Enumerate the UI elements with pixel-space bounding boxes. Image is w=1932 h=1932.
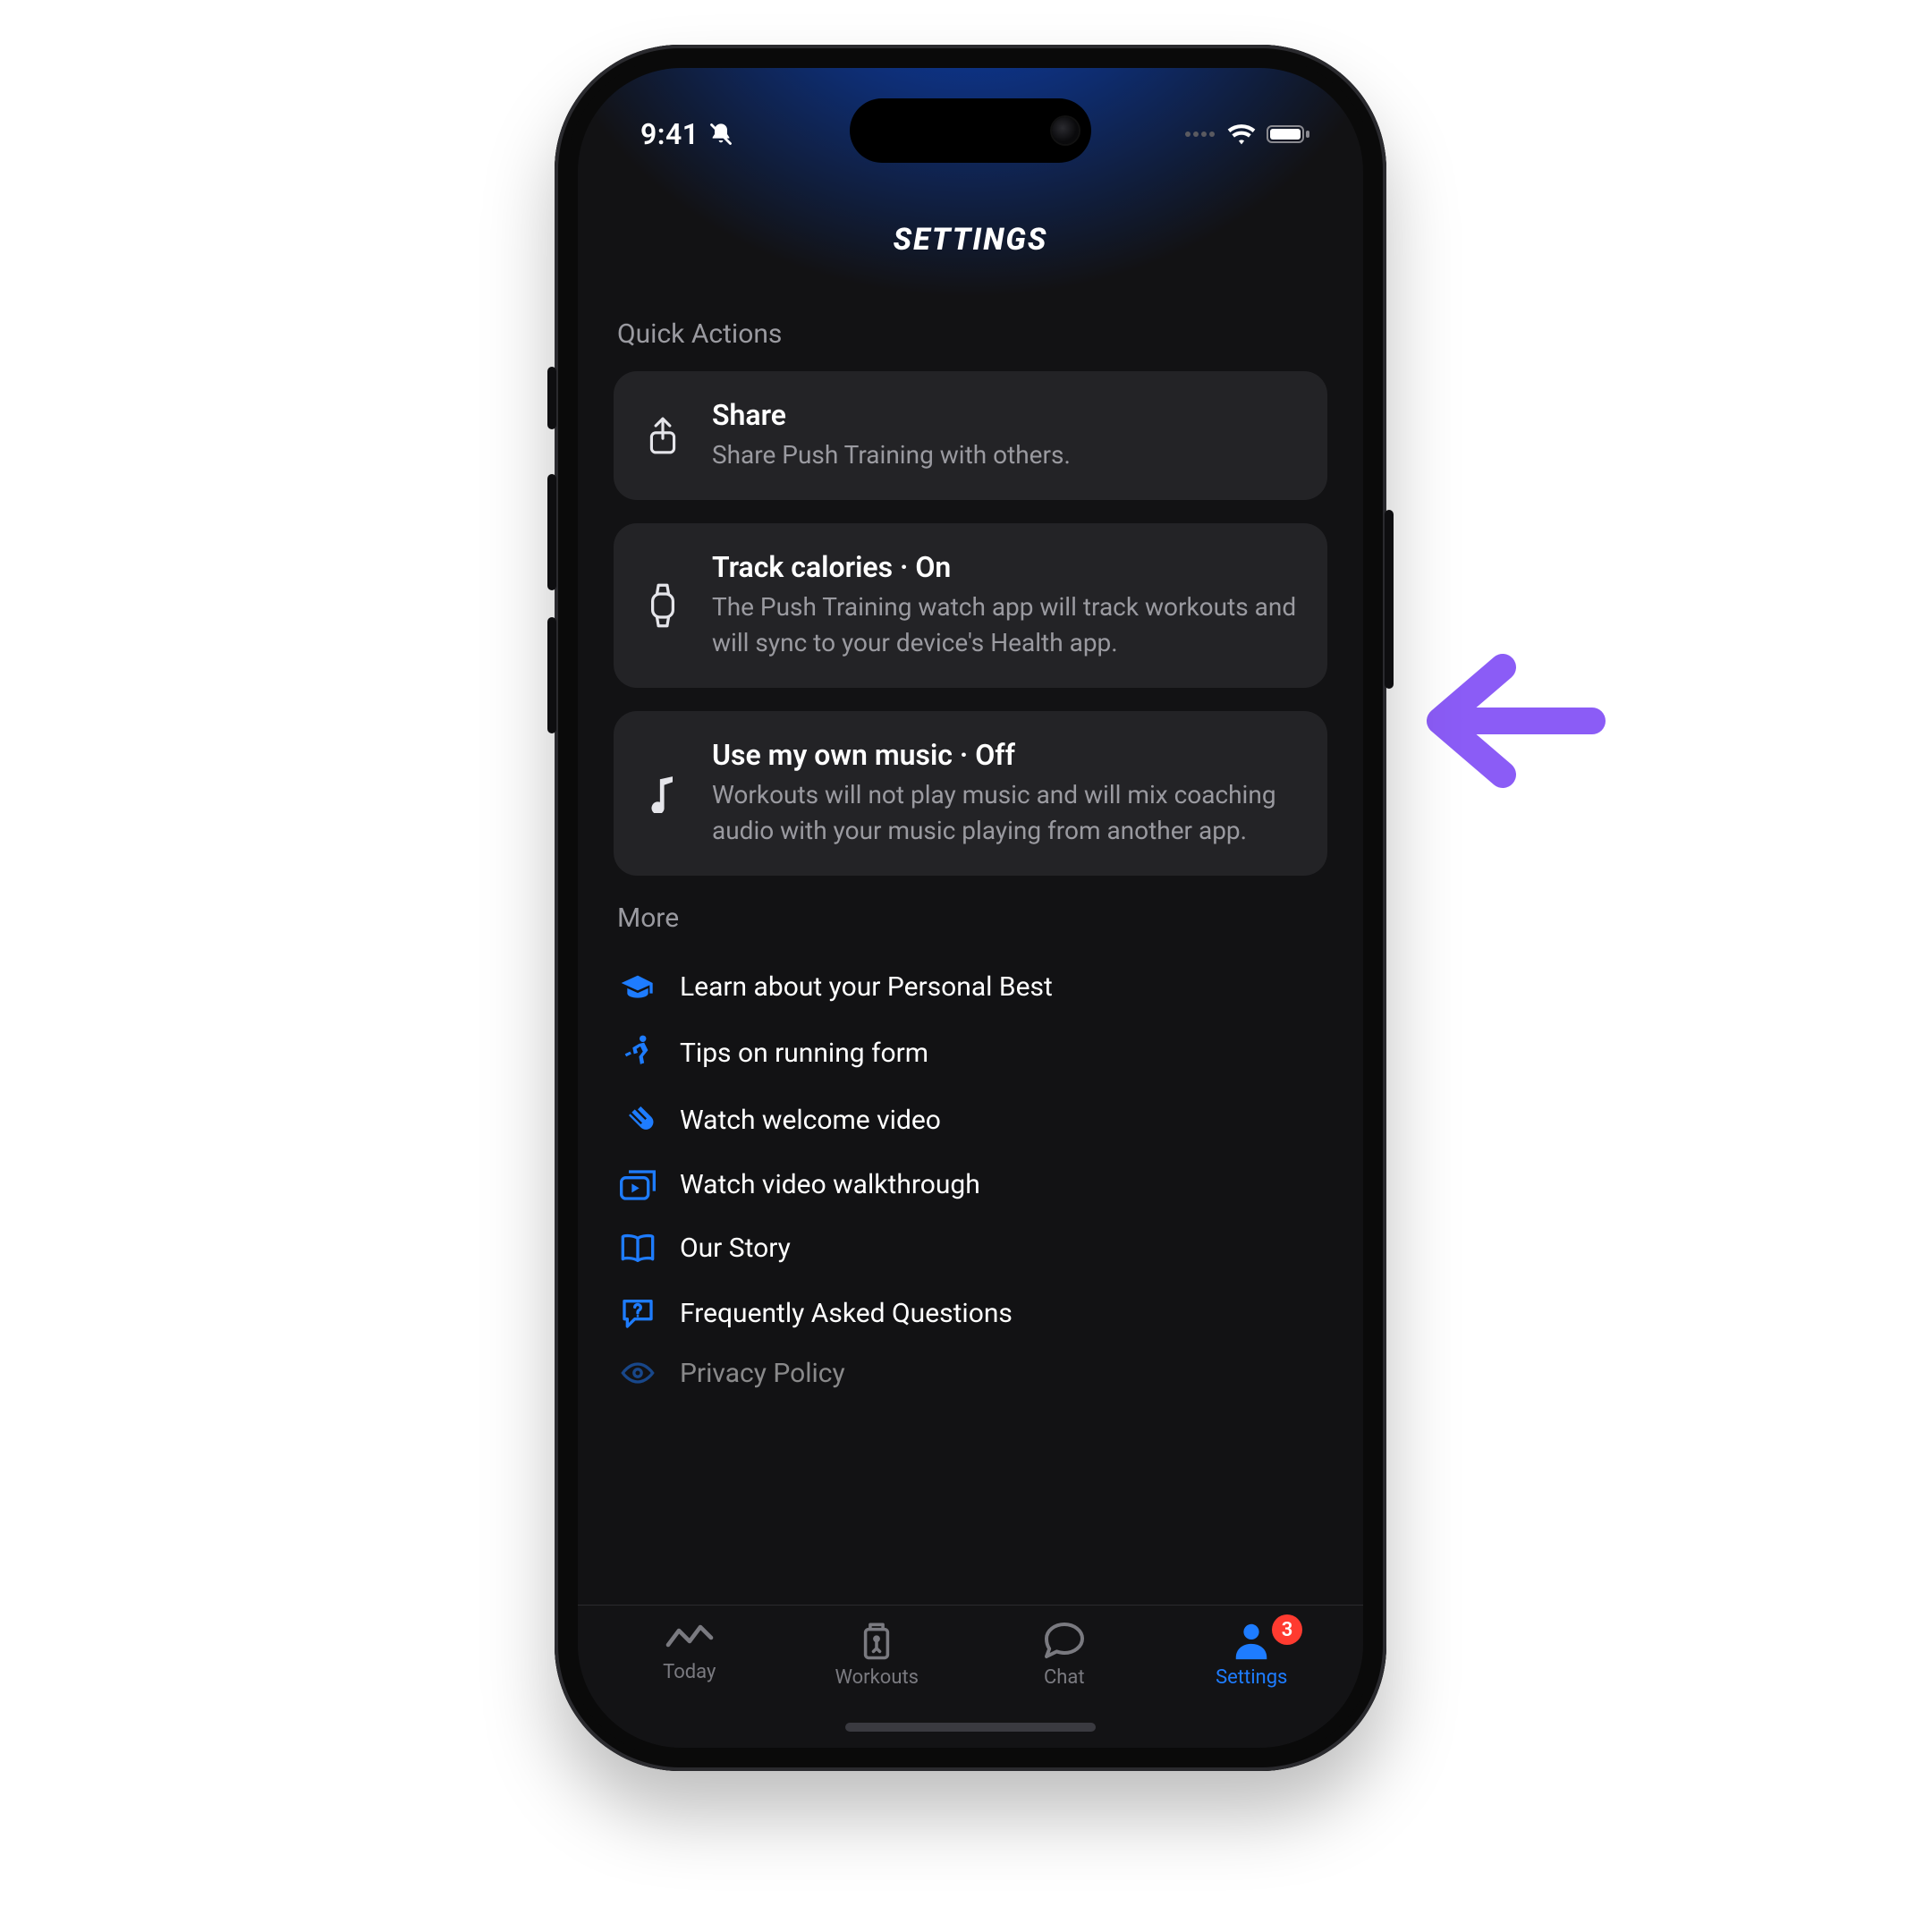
- section-header-quick-actions: Quick Actions: [617, 318, 1327, 350]
- battery-icon: [1267, 123, 1311, 145]
- more-item-privacy[interactable]: Privacy Policy: [614, 1346, 1327, 1407]
- quick-action-share[interactable]: Share Share Push Training with others.: [614, 371, 1327, 500]
- do-not-disturb-icon: [708, 122, 733, 147]
- settings-icon: [1230, 1620, 1273, 1661]
- list-item-label: Watch welcome video: [680, 1105, 941, 1136]
- more-item-our-story[interactable]: Our Story: [614, 1216, 1327, 1280]
- play-lib-icon: [617, 1170, 658, 1200]
- list-item-label: Frequently Asked Questions: [680, 1298, 1013, 1329]
- settings-scroll-area[interactable]: Quick Actions Share Share Push Training …: [578, 292, 1363, 1605]
- card-title: Track calories · On: [712, 550, 1301, 584]
- more-item-welcome-video[interactable]: Watch welcome video: [614, 1087, 1327, 1153]
- list-item-label: Watch video walkthrough: [680, 1169, 980, 1200]
- tab-label: Settings: [1216, 1666, 1287, 1689]
- cellular-dots-icon: [1184, 128, 1216, 140]
- tab-today[interactable]: Today: [596, 1620, 784, 1748]
- more-item-faq[interactable]: Frequently Asked Questions: [614, 1280, 1327, 1346]
- card-desc: Share Push Training with others.: [712, 437, 1301, 473]
- today-icon: [665, 1620, 715, 1656]
- section-header-more: More: [617, 902, 1327, 934]
- tab-settings[interactable]: Settings 3: [1158, 1620, 1346, 1748]
- card-desc: Workouts will not play music and will mi…: [712, 777, 1301, 849]
- card-title: Share: [712, 398, 1301, 432]
- phone-frame: 9:41: [555, 45, 1386, 1771]
- workouts-icon: [858, 1620, 895, 1661]
- share-icon: [640, 398, 685, 455]
- clap-icon: [617, 1103, 658, 1137]
- status-bar: 9:41: [578, 107, 1363, 161]
- watch-icon: [640, 582, 685, 629]
- quick-action-own-music[interactable]: Use my own music · Off Workouts will not…: [614, 711, 1327, 876]
- home-indicator: [845, 1723, 1096, 1732]
- privacy-icon: [617, 1360, 658, 1386]
- list-item-label: Learn about your Personal Best: [680, 971, 1053, 1003]
- settings-badge: 3: [1272, 1614, 1302, 1645]
- card-desc: The Push Training watch app will track w…: [712, 589, 1301, 661]
- more-item-running-form[interactable]: Tips on running form: [614, 1019, 1327, 1087]
- more-item-video-walkthrough[interactable]: Watch video walkthrough: [614, 1153, 1327, 1216]
- annotation-arrow: [1413, 649, 1610, 792]
- tab-label: Workouts: [835, 1666, 919, 1689]
- more-list: Learn about your Personal Best Tips on r…: [614, 955, 1327, 1407]
- status-time: 9:41: [640, 117, 699, 151]
- card-title: Use my own music · Off: [712, 738, 1301, 772]
- tab-label: Today: [663, 1661, 716, 1683]
- chat-icon: [1041, 1620, 1088, 1661]
- tab-label: Chat: [1044, 1666, 1085, 1689]
- list-item-label: Our Story: [680, 1233, 791, 1264]
- runner-icon: [617, 1035, 658, 1071]
- faq-icon: [617, 1296, 658, 1330]
- wifi-icon: [1227, 123, 1256, 145]
- book-icon: [617, 1233, 658, 1264]
- page-title: SETTINGS: [578, 222, 1363, 258]
- music-note-icon: [640, 774, 685, 813]
- more-item-personal-best[interactable]: Learn about your Personal Best: [614, 955, 1327, 1019]
- list-item-label: Privacy Policy: [680, 1358, 845, 1389]
- grad-cap-icon: [617, 973, 658, 1002]
- list-item-label: Tips on running form: [680, 1038, 928, 1069]
- quick-action-track-calories[interactable]: Track calories · On The Push Training wa…: [614, 523, 1327, 688]
